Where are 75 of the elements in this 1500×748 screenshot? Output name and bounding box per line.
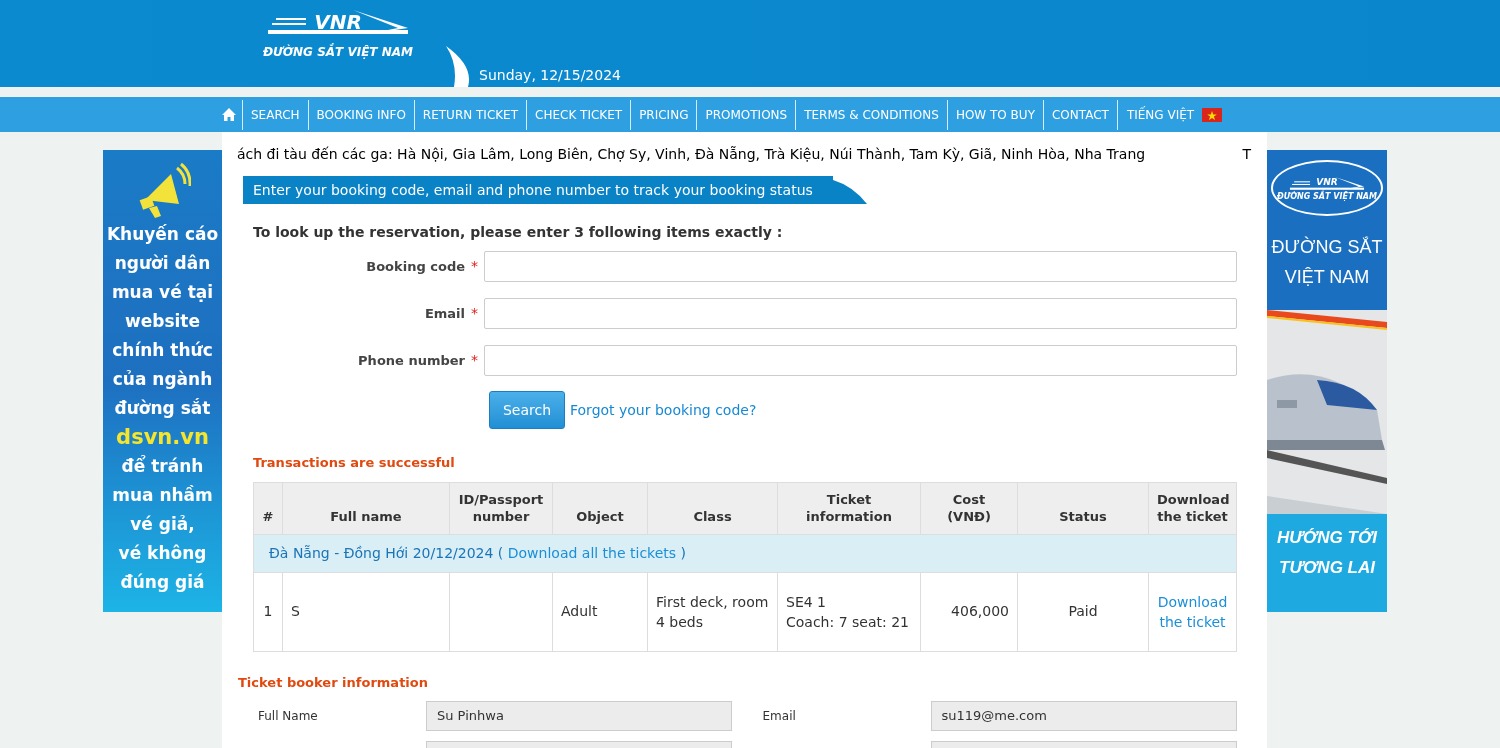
banner-text: vé giả,	[130, 513, 195, 536]
banner-text: chính thức	[112, 339, 213, 362]
required-mark: *	[471, 351, 478, 370]
field-label: Full Name	[258, 708, 319, 725]
input-field[interactable]	[484, 251, 1237, 282]
nav-link[interactable]: SEARCH	[242, 99, 308, 130]
nav-link[interactable]: TERMS & CONDITIONS	[795, 99, 947, 130]
parenthesis: )	[680, 544, 687, 561]
banner-text: ĐƯỜNG SẮT	[1271, 235, 1383, 259]
current-date: Sunday, 12/15/2024	[479, 66, 621, 85]
table-cell: Adult	[552, 572, 648, 651]
column-header: Object	[552, 482, 648, 534]
language-link[interactable]: TIẾNG VIỆT	[1116, 99, 1232, 130]
banner-text: mua vé tại	[111, 281, 214, 304]
input-field[interactable]	[484, 298, 1237, 329]
readonly-field[interactable]: Su Pinhwa	[426, 701, 732, 731]
readonly-field[interactable]: su119@me.com	[930, 701, 1237, 731]
wave-icon	[444, 46, 472, 87]
field-label: Email	[762, 708, 797, 725]
column-header: #	[253, 482, 283, 534]
logo-text: VNR	[314, 12, 362, 32]
nav-link[interactable]: CONTACT	[1042, 99, 1117, 130]
table-cell: S	[282, 572, 450, 651]
news-ticker: T	[1242, 144, 1251, 164]
column-header: Download the ticket	[1148, 482, 1237, 534]
column-header: ID/Passport number	[449, 482, 553, 534]
banner-text: người dân	[114, 252, 211, 275]
banner-text: mua nhầm	[112, 484, 213, 507]
banner-text: website	[125, 310, 200, 333]
nav-link[interactable]: BOOKING INFO	[307, 99, 414, 130]
field-label: Email	[424, 304, 465, 323]
nav-link[interactable]: PRICING	[630, 99, 697, 130]
table-cell: Paid	[1017, 572, 1149, 651]
news-ticker: ách đi tàu đến các ga: Hà Nội, Gia Lâm, Long Biên, Chợ Sy, Vinh, Đà Nẵng, Trà Kiệu, Núi Thành, Tam Kỳ, Giã, Ninh Hòa, Nha Trang	[237, 144, 1146, 164]
nav-link[interactable]: RETURN TICKET	[413, 99, 527, 130]
table-cell: First deck, room 4 beds	[647, 572, 778, 651]
column-header: Cost (VNĐ)	[920, 482, 1018, 534]
ticket-info-text: SE4 1	[786, 592, 827, 612]
download-all-link[interactable]: Download all the tickets	[507, 544, 677, 561]
column-header: Status	[1017, 482, 1149, 534]
section-title: Ticket booker information	[237, 673, 429, 692]
swoosh-icon	[833, 176, 867, 204]
input-field[interactable]	[484, 345, 1237, 376]
banner-text: TƯƠNG LAI	[1279, 557, 1375, 579]
banner-text: của ngành	[112, 368, 213, 391]
nav-link[interactable]: HOW TO BUY	[946, 99, 1043, 130]
column-header: Class	[647, 482, 778, 534]
banner-text: đúng giá	[120, 571, 205, 594]
flag-icon	[1202, 107, 1223, 122]
table-cell: 406,000	[920, 572, 1018, 651]
logo-text: VNR	[1316, 177, 1338, 187]
search-button[interactable]: Search	[489, 391, 565, 429]
banner-text: để tránh	[121, 454, 204, 478]
column-header: Ticket information	[777, 482, 921, 534]
banner-text: vé không	[118, 542, 207, 565]
table-cell: 1	[253, 572, 283, 651]
instruction-text: To look up the reservation, please enter 3 following items exactly :	[252, 223, 784, 242]
column-header: Full name	[282, 482, 450, 534]
field-label: Phone number	[358, 351, 465, 370]
section-title: Transactions are successful	[252, 454, 456, 472]
banner-text: dsvn.vn	[116, 424, 209, 451]
required-mark: *	[471, 257, 478, 276]
route-text: Đà Nẵng - Đồng Hới 20/12/2024	[269, 544, 494, 561]
banner-text: đường sắt	[114, 397, 211, 420]
field-label: Booking code	[366, 257, 465, 276]
banner-text: Khuyến cáo	[106, 223, 219, 246]
required-mark: *	[471, 304, 478, 323]
section-heading: Enter your booking code, email and phone number to track your booking status	[243, 176, 867, 204]
banner-text: HƯỚNG TỚI	[1277, 527, 1377, 549]
banner-text: VIỆT NAM	[1284, 266, 1370, 289]
ticket-info-text: Coach: 7 seat: 21	[786, 612, 910, 632]
forgot-code-link[interactable]: Forgot your booking code?	[570, 399, 757, 421]
nav-link[interactable]: CHECK TICKET	[526, 99, 631, 130]
parenthesis: (	[497, 544, 504, 561]
nav-link[interactable]: PROMOTIONS	[696, 99, 796, 130]
